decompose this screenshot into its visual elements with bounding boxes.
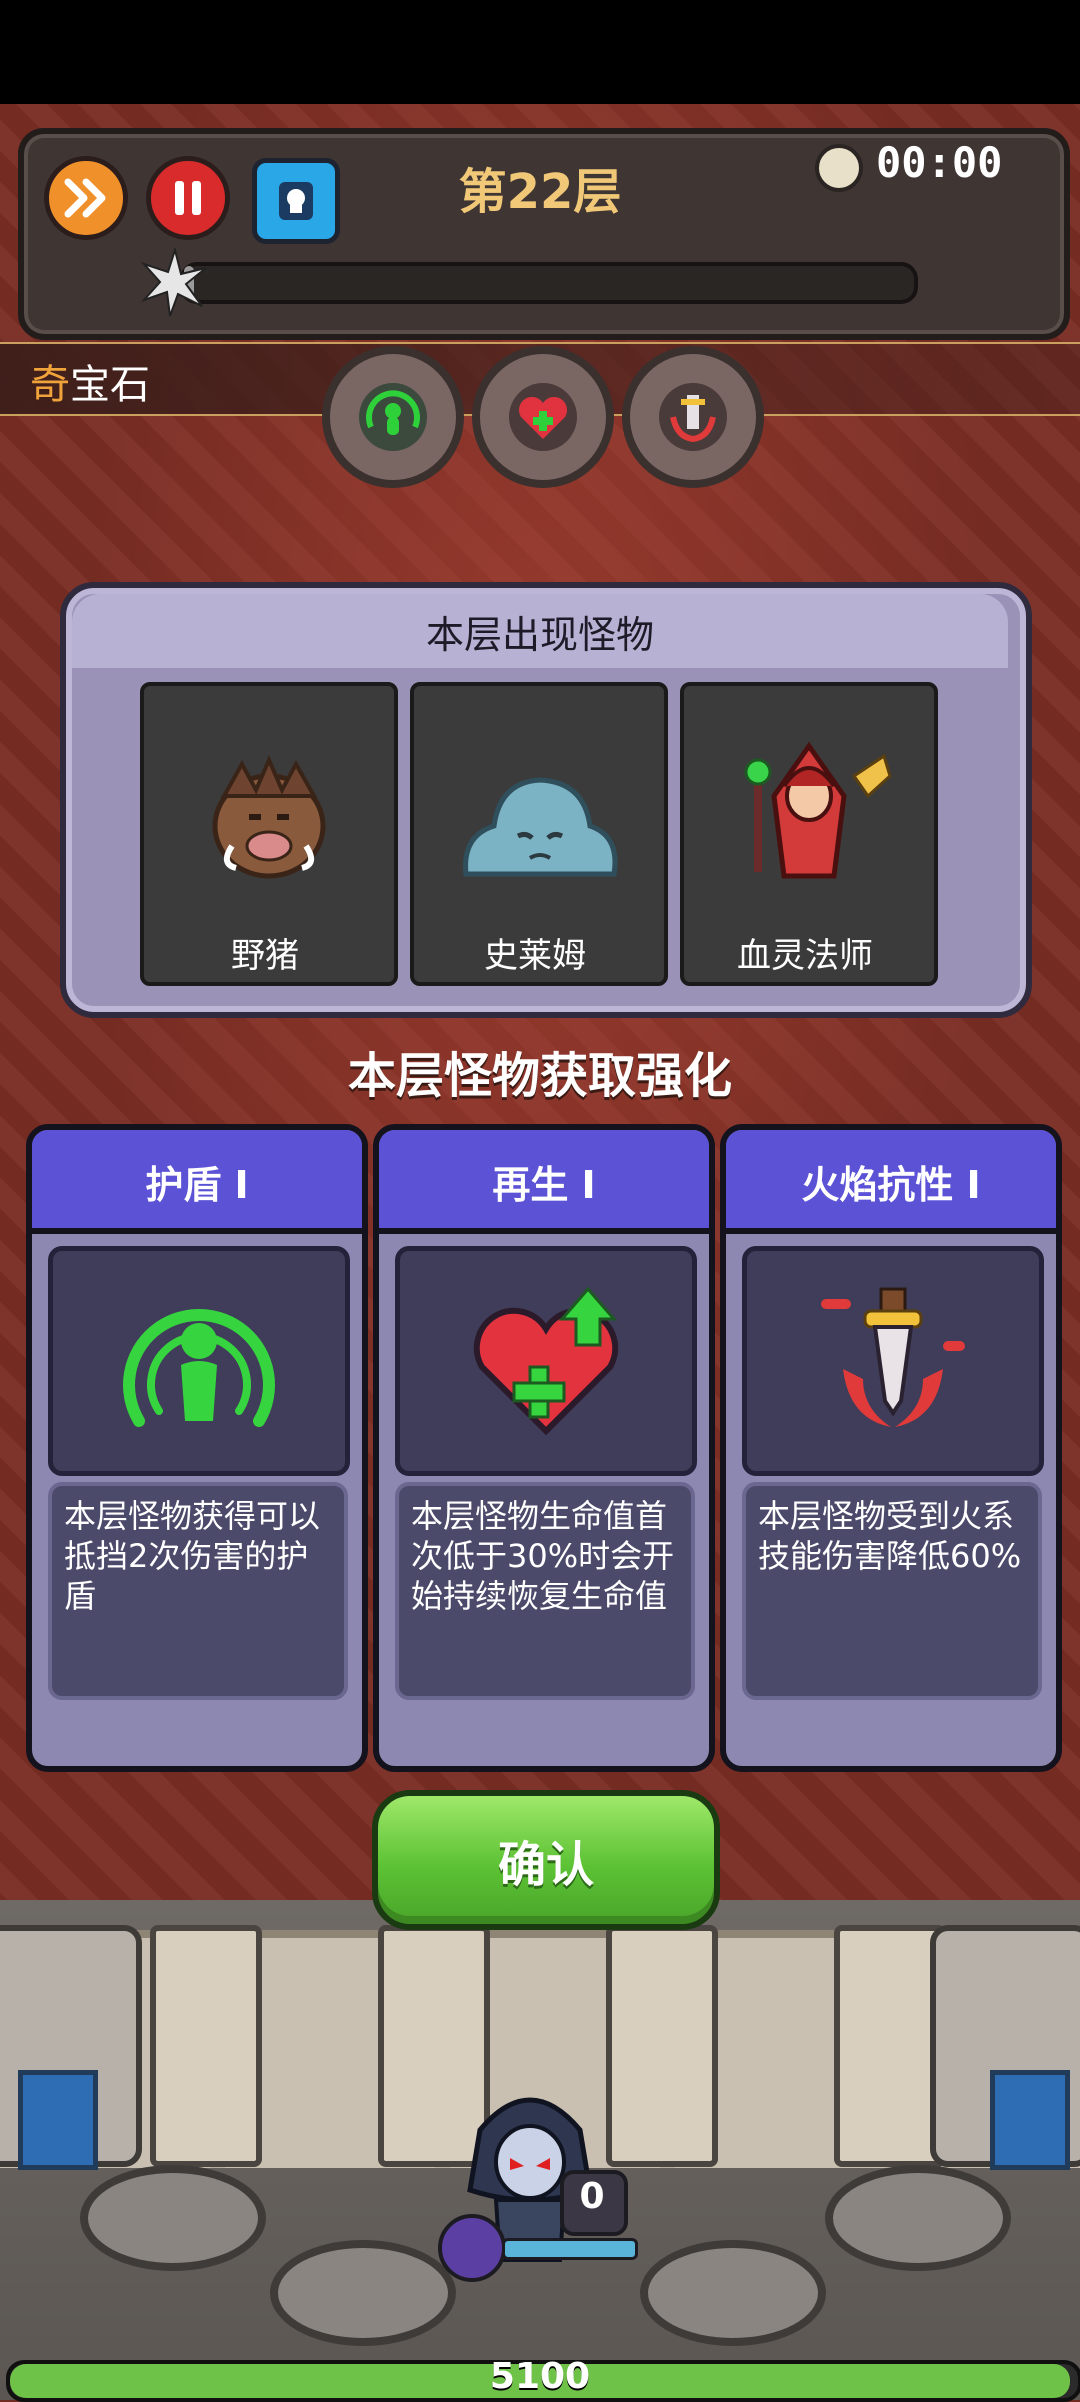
buff-icon-frame [48, 1246, 350, 1476]
regen-gem-icon [509, 383, 577, 451]
buff-card-regen[interactable]: 再生 I 本层怪物生命值首次低于30%时会开始持续恢复生命值 [373, 1124, 715, 1772]
fire-resist-icon [821, 1287, 965, 1427]
slime-icon [463, 777, 618, 877]
gem-label: 奇宝石 [30, 352, 150, 410]
pause-icon [175, 181, 201, 215]
wall-pillar [606, 1925, 718, 2167]
shield-gem-icon [359, 383, 427, 451]
wave-progress-bar [180, 262, 918, 304]
buff-description: 本层怪物受到火系技能伤害降低60% [742, 1482, 1042, 1700]
buff-icon-frame [395, 1246, 697, 1476]
buff-heading: 本层怪物获取强化 [347, 1048, 732, 1104]
boar-icon [212, 754, 326, 879]
buff-card-shield[interactable]: 护盾 I 本层怪物获得可以抵挡2次伤害的护盾 [26, 1124, 368, 1772]
banner-right [990, 2070, 1070, 2170]
gem-label-highlight: 奇 [30, 362, 70, 408]
heart-regen-icon [473, 1286, 619, 1436]
gem-slot-fire-resist[interactable] [622, 346, 764, 488]
gem-slot-shield[interactable] [322, 346, 464, 488]
clock-icon [815, 144, 863, 192]
tower-pad[interactable] [80, 2165, 266, 2271]
hero-count: 0 [579, 2176, 605, 2217]
shield-aura-icon [123, 1309, 275, 1427]
gem-label-text: 宝石 [70, 362, 150, 408]
buff-card-fire-resist[interactable]: 火焰抗性 I 本层怪物受到火系技能伤害降低60% [720, 1124, 1062, 1772]
tower-pad[interactable] [640, 2240, 826, 2346]
hero-skill-icon[interactable] [438, 2214, 506, 2282]
fast-forward-icon [64, 178, 106, 218]
buff-title: 护盾 I [145, 1163, 249, 1207]
blood-mage-icon [744, 741, 892, 879]
monster-name: 野猪 [231, 936, 299, 976]
buff-title: 再生 I [492, 1163, 596, 1207]
tower-pad[interactable] [270, 2240, 456, 2346]
banner-left [18, 2070, 98, 2170]
buff-title: 火焰抗性 I [801, 1163, 981, 1207]
gem-slot-regen[interactable] [472, 346, 614, 488]
status-bar-area [0, 0, 1080, 104]
floor-title: 第22层 [458, 164, 622, 220]
base-hp-value: 5100 [489, 2356, 591, 2397]
buff-description: 本层怪物生命值首次低于30%时会开始持续恢复生命值 [395, 1482, 695, 1700]
tower-pad[interactable] [825, 2165, 1011, 2271]
wall-pillar [150, 1925, 262, 2167]
fast-forward-button[interactable] [44, 156, 128, 240]
monster-name: 史莱姆 [484, 936, 586, 976]
confirm-label: 确认 [497, 1837, 594, 1893]
fire-resist-gem-icon [659, 383, 727, 451]
game-timer: 00:00 [876, 138, 1003, 187]
buff-icon-frame [742, 1246, 1044, 1476]
monster-name: 血灵法师 [737, 936, 873, 976]
buff-description: 本层怪物获得可以抵挡2次伤害的护盾 [48, 1482, 348, 1700]
skull-book-icon [279, 182, 313, 220]
hero-mana-bar [502, 2238, 638, 2260]
codex-button[interactable] [252, 158, 340, 244]
monster-panel-title: 本层出现怪物 [425, 613, 654, 657]
wave-marker-icon [140, 248, 207, 317]
confirm-button[interactable]: 确认 [372, 1790, 720, 1930]
pause-button[interactable] [146, 156, 230, 240]
